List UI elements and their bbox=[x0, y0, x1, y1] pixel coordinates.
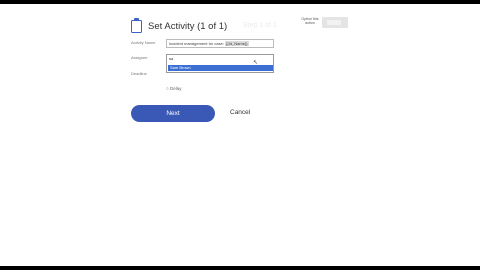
cancel-button[interactable]: Cancel bbox=[230, 109, 250, 116]
deadline-label: Deadline bbox=[131, 71, 147, 76]
mouse-cursor-icon: ↖ bbox=[253, 60, 259, 66]
dialog-title: Set Activity (1 of 1) bbox=[148, 20, 228, 32]
next-button[interactable]: Next bbox=[131, 105, 215, 122]
option-toggle-knob bbox=[327, 20, 341, 25]
delay-option[interactable]: ○ Delay bbox=[166, 86, 181, 91]
dialog-panel: Set Activity (1 of 1) Step 1 of 1 Option… bbox=[0, 4, 480, 266]
delay-label: Delay bbox=[169, 86, 182, 91]
assignee-label: Assignee bbox=[131, 55, 148, 60]
clipboard-icon bbox=[131, 17, 142, 33]
activity-name-token: {{Id_Name}} bbox=[225, 41, 249, 46]
option-label: Option this action bbox=[301, 17, 319, 26]
dialog-header: Set Activity (1 of 1) bbox=[131, 16, 227, 36]
activity-name-field[interactable]: Incident management for case: {{Id_Name}… bbox=[166, 39, 274, 48]
option-toggle[interactable] bbox=[322, 17, 348, 28]
activity-name-value: Incident management for case: bbox=[169, 41, 226, 46]
step-indicator: Step 1 of 1 bbox=[243, 22, 277, 29]
activity-name-label: Activity Name bbox=[131, 40, 156, 45]
assignee-input[interactable]: sa bbox=[169, 56, 173, 61]
